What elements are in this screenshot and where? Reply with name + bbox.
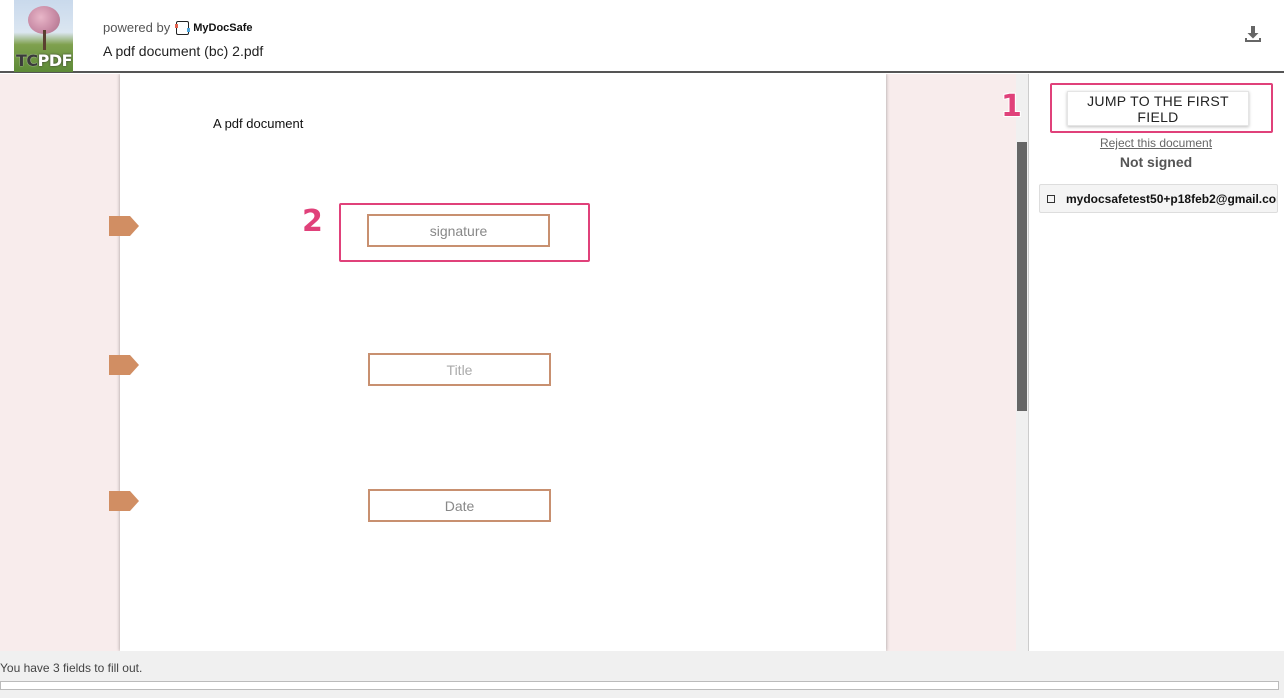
- signing-status: Not signed: [1119, 154, 1193, 170]
- document-title: A pdf document (bc) 2.pdf: [103, 43, 264, 59]
- signer-checkbox[interactable]: [1047, 194, 1055, 203]
- app-header: TCPDF powered by MyDocSafe A pdf documen…: [0, 0, 1284, 73]
- brand-name: MyDocSafe: [193, 21, 253, 34]
- annotation-number-2: 2: [302, 204, 323, 239]
- download-icon[interactable]: [1243, 24, 1263, 44]
- tcpdf-logo: TCPDF: [14, 0, 73, 72]
- title-field[interactable]: Title: [368, 353, 551, 386]
- annotation-highlight-1: [1050, 83, 1273, 133]
- tree-trunk: [43, 30, 46, 50]
- status-footer: You have 3 fields to fill out.: [0, 651, 1284, 698]
- powered-by-label: powered by: [103, 20, 171, 35]
- annotation-highlight-2: [339, 203, 590, 262]
- logo-text-pdf: PDF: [37, 51, 73, 70]
- date-field[interactable]: Date: [368, 489, 551, 522]
- mydocsafe-logo-icon: [175, 20, 191, 35]
- reject-document-link[interactable]: Reject this document: [1028, 136, 1284, 150]
- logo-text-tc: TC: [16, 51, 38, 70]
- logo-text: TCPDF: [16, 51, 73, 70]
- powered-by: powered by MyDocSafe: [103, 20, 253, 35]
- annotation-number-1: 1: [1001, 89, 1022, 124]
- signer-email: mydocsafetest50+p18feb2@gmail.com: [1066, 191, 1278, 206]
- fields-remaining-message: You have 3 fields to fill out.: [0, 661, 143, 675]
- page-heading: A pdf document: [213, 116, 304, 131]
- viewer-scrollbar-thumb[interactable]: [1017, 142, 1027, 411]
- fill-progress-bar: [0, 681, 1279, 690]
- signer-row[interactable]: mydocsafetest50+p18feb2@gmail.com: [1039, 184, 1278, 213]
